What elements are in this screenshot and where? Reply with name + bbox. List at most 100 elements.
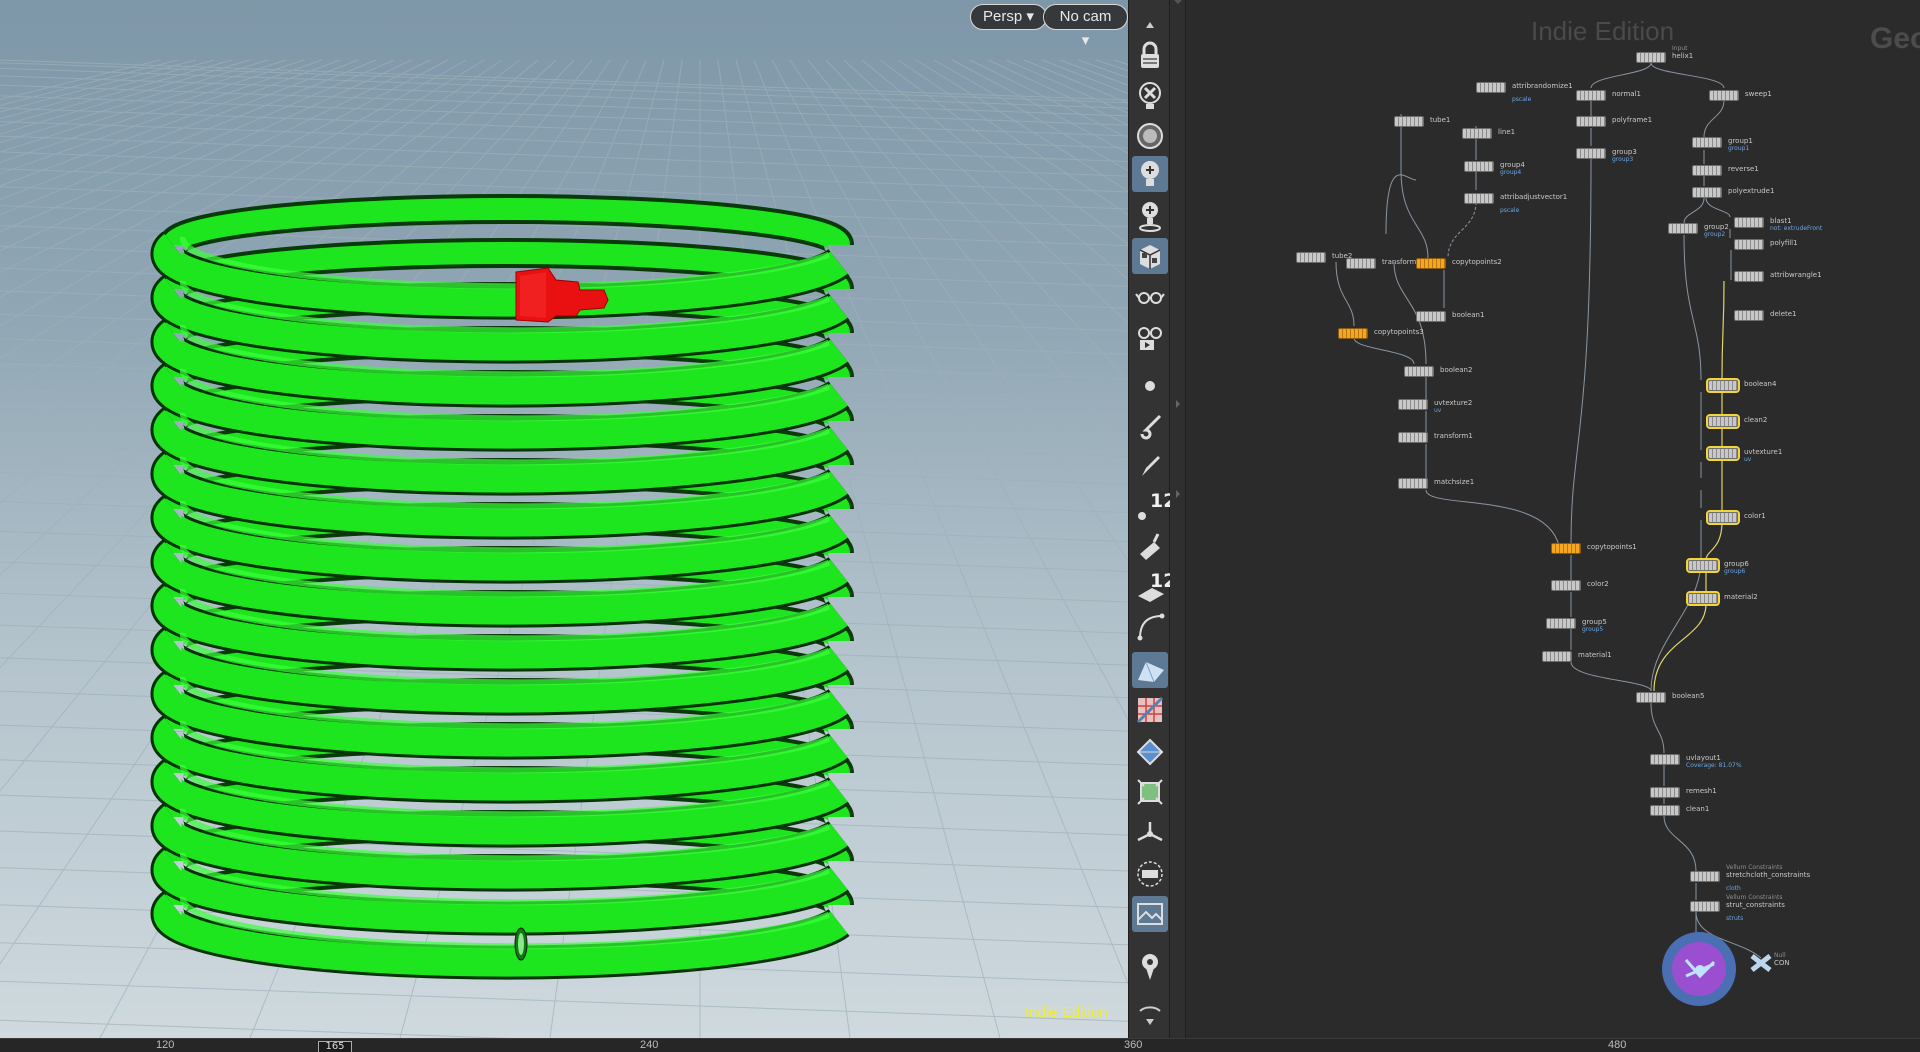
node-flag: uv [1744, 456, 1752, 463]
texture-icon[interactable] [1132, 692, 1168, 728]
headlight-icon[interactable] [1132, 198, 1168, 234]
node-label: blast1 [1770, 217, 1792, 225]
node-label: CON [1774, 959, 1790, 967]
node-label: attribwrangle1 [1770, 271, 1822, 279]
node-label: stretchcloth_constraints [1726, 871, 1811, 879]
transform-icon[interactable] [1132, 816, 1168, 852]
node-label: boolean5 [1672, 692, 1705, 700]
null-node-icon [1750, 954, 1772, 972]
camera-perspective-menu[interactable]: Persp ▾ [970, 4, 1047, 30]
solver-icon [1684, 959, 1716, 979]
timeline-tick: 360 [1124, 1039, 1143, 1051]
node-flag: group6 [1724, 568, 1746, 575]
pane-splitter[interactable] [1170, 0, 1186, 1038]
scroll-down-icon[interactable] [1132, 998, 1168, 1028]
node-flag: struts [1726, 915, 1744, 922]
pen-icon[interactable] [1132, 448, 1168, 484]
node-flag: group1 [1728, 145, 1750, 152]
template-icon[interactable] [1132, 118, 1168, 154]
wire-icon[interactable] [1132, 528, 1168, 564]
normals-icon[interactable]: 12 [1132, 568, 1176, 604]
coil-end-cap [514, 927, 528, 961]
timeline-tick: 240 [640, 1039, 659, 1051]
node-flag: Coverage: 81.07% [1686, 762, 1742, 769]
node-flag: pscale [1512, 96, 1532, 103]
node-label: sweep1 [1745, 90, 1772, 98]
node-label: transform2 [1382, 258, 1421, 266]
node-null-con[interactable]: Null CON [1748, 952, 1790, 972]
scene-viewport[interactable]: Persp ▾ No cam ▾ Indie Edition [0, 0, 1128, 1038]
node-label: attribadjustvector1 [1500, 193, 1568, 201]
node-flag: not: extrudeFront [1770, 225, 1823, 232]
node-label: boolean1 [1452, 311, 1485, 319]
shaded-icon[interactable] [1132, 652, 1168, 688]
point-icon[interactable] [1132, 368, 1168, 404]
node-label: group5 [1582, 618, 1607, 626]
node-tag: Vellum Constraints [1726, 894, 1783, 901]
display-points-icon[interactable]: 12 [1132, 488, 1176, 524]
node-label: clean1 [1686, 805, 1710, 813]
node-label: tube1 [1430, 116, 1451, 124]
viewport-display-toolbar: 12 12 [1128, 0, 1176, 1038]
render-region-icon[interactable] [1132, 896, 1168, 932]
node-label: color2 [1587, 580, 1609, 588]
node-flag: cloth [1726, 885, 1741, 892]
node-label: attribrandomize1 [1512, 82, 1573, 90]
light-icon[interactable] [1132, 156, 1168, 192]
camera-select-menu[interactable]: No cam ▾ [1043, 4, 1128, 49]
timeline-bar[interactable]: 120 165 240 360 480 [0, 1038, 1920, 1052]
brush-icon[interactable] [1132, 408, 1168, 444]
node-label: group2 [1704, 223, 1729, 231]
node-label: line1 [1498, 128, 1516, 136]
node-flag: uv [1434, 407, 1442, 414]
node-label: material1 [1578, 651, 1612, 659]
node-flag: group2 [1704, 231, 1726, 238]
node-wires [1335, 62, 1762, 959]
node-label: boolean4 [1744, 380, 1777, 388]
node-label: copytopoints2 [1452, 258, 1502, 266]
node-label: normal1 [1612, 90, 1641, 98]
node-label: boolean2 [1440, 366, 1473, 374]
node-label: polyextrude1 [1728, 187, 1775, 195]
node-label: uvtexture1 [1744, 448, 1783, 456]
uv-icon[interactable] [1132, 774, 1168, 810]
timeline-tick: 120 [156, 1039, 175, 1051]
node-flag: group4 [1500, 169, 1522, 176]
curve-icon[interactable] [1132, 608, 1168, 644]
snap-icon[interactable] [1132, 856, 1168, 892]
background-icon[interactable] [1132, 280, 1168, 316]
node-label: group4 [1500, 161, 1525, 169]
node-label: matchsize1 [1434, 478, 1475, 486]
node-flag: pscale [1500, 207, 1520, 214]
node-label: remesh1 [1686, 787, 1717, 795]
node-flag: group5 [1582, 626, 1604, 633]
node-label: uvlayout1 [1686, 754, 1721, 762]
pin-icon[interactable] [1132, 948, 1168, 984]
node-label: color1 [1744, 512, 1766, 520]
camera-label: Persp [983, 8, 1023, 25]
display-options-icon[interactable] [1132, 238, 1168, 274]
node-label: uvtexture2 [1434, 399, 1473, 407]
lock-icon[interactable] [1132, 38, 1168, 74]
cam-label: No cam [1059, 8, 1112, 25]
node-tag: Vellum Constraints [1726, 864, 1783, 871]
node-flag: group3 [1612, 156, 1634, 163]
node-label: material2 [1724, 593, 1758, 601]
viewport-watermark: Indie Edition [1025, 1004, 1108, 1021]
node-vellum-solver[interactable] [1662, 932, 1736, 1006]
ghost-other-objects-icon[interactable] [1132, 78, 1168, 114]
node-tag: Input [1672, 45, 1688, 52]
node-label: group1 [1728, 137, 1753, 145]
helix-coil [150, 194, 854, 980]
node-label: clean2 [1744, 416, 1768, 424]
current-frame-indicator[interactable]: 165 [318, 1041, 352, 1052]
network-editor[interactable]: Indie Edition Geo Input helix1 attribran… [1186, 0, 1920, 1038]
ground-grid [0, 59, 1128, 1038]
scroll-up-icon[interactable] [1132, 6, 1168, 28]
node-label: group3 [1612, 148, 1637, 156]
node-label: transform1 [1434, 432, 1473, 440]
node-label: copytopoints1 [1587, 543, 1637, 551]
safe-area-icon[interactable] [1132, 734, 1168, 770]
stereo-icon[interactable] [1132, 318, 1168, 354]
node-label: strut_constraints [1726, 901, 1785, 909]
